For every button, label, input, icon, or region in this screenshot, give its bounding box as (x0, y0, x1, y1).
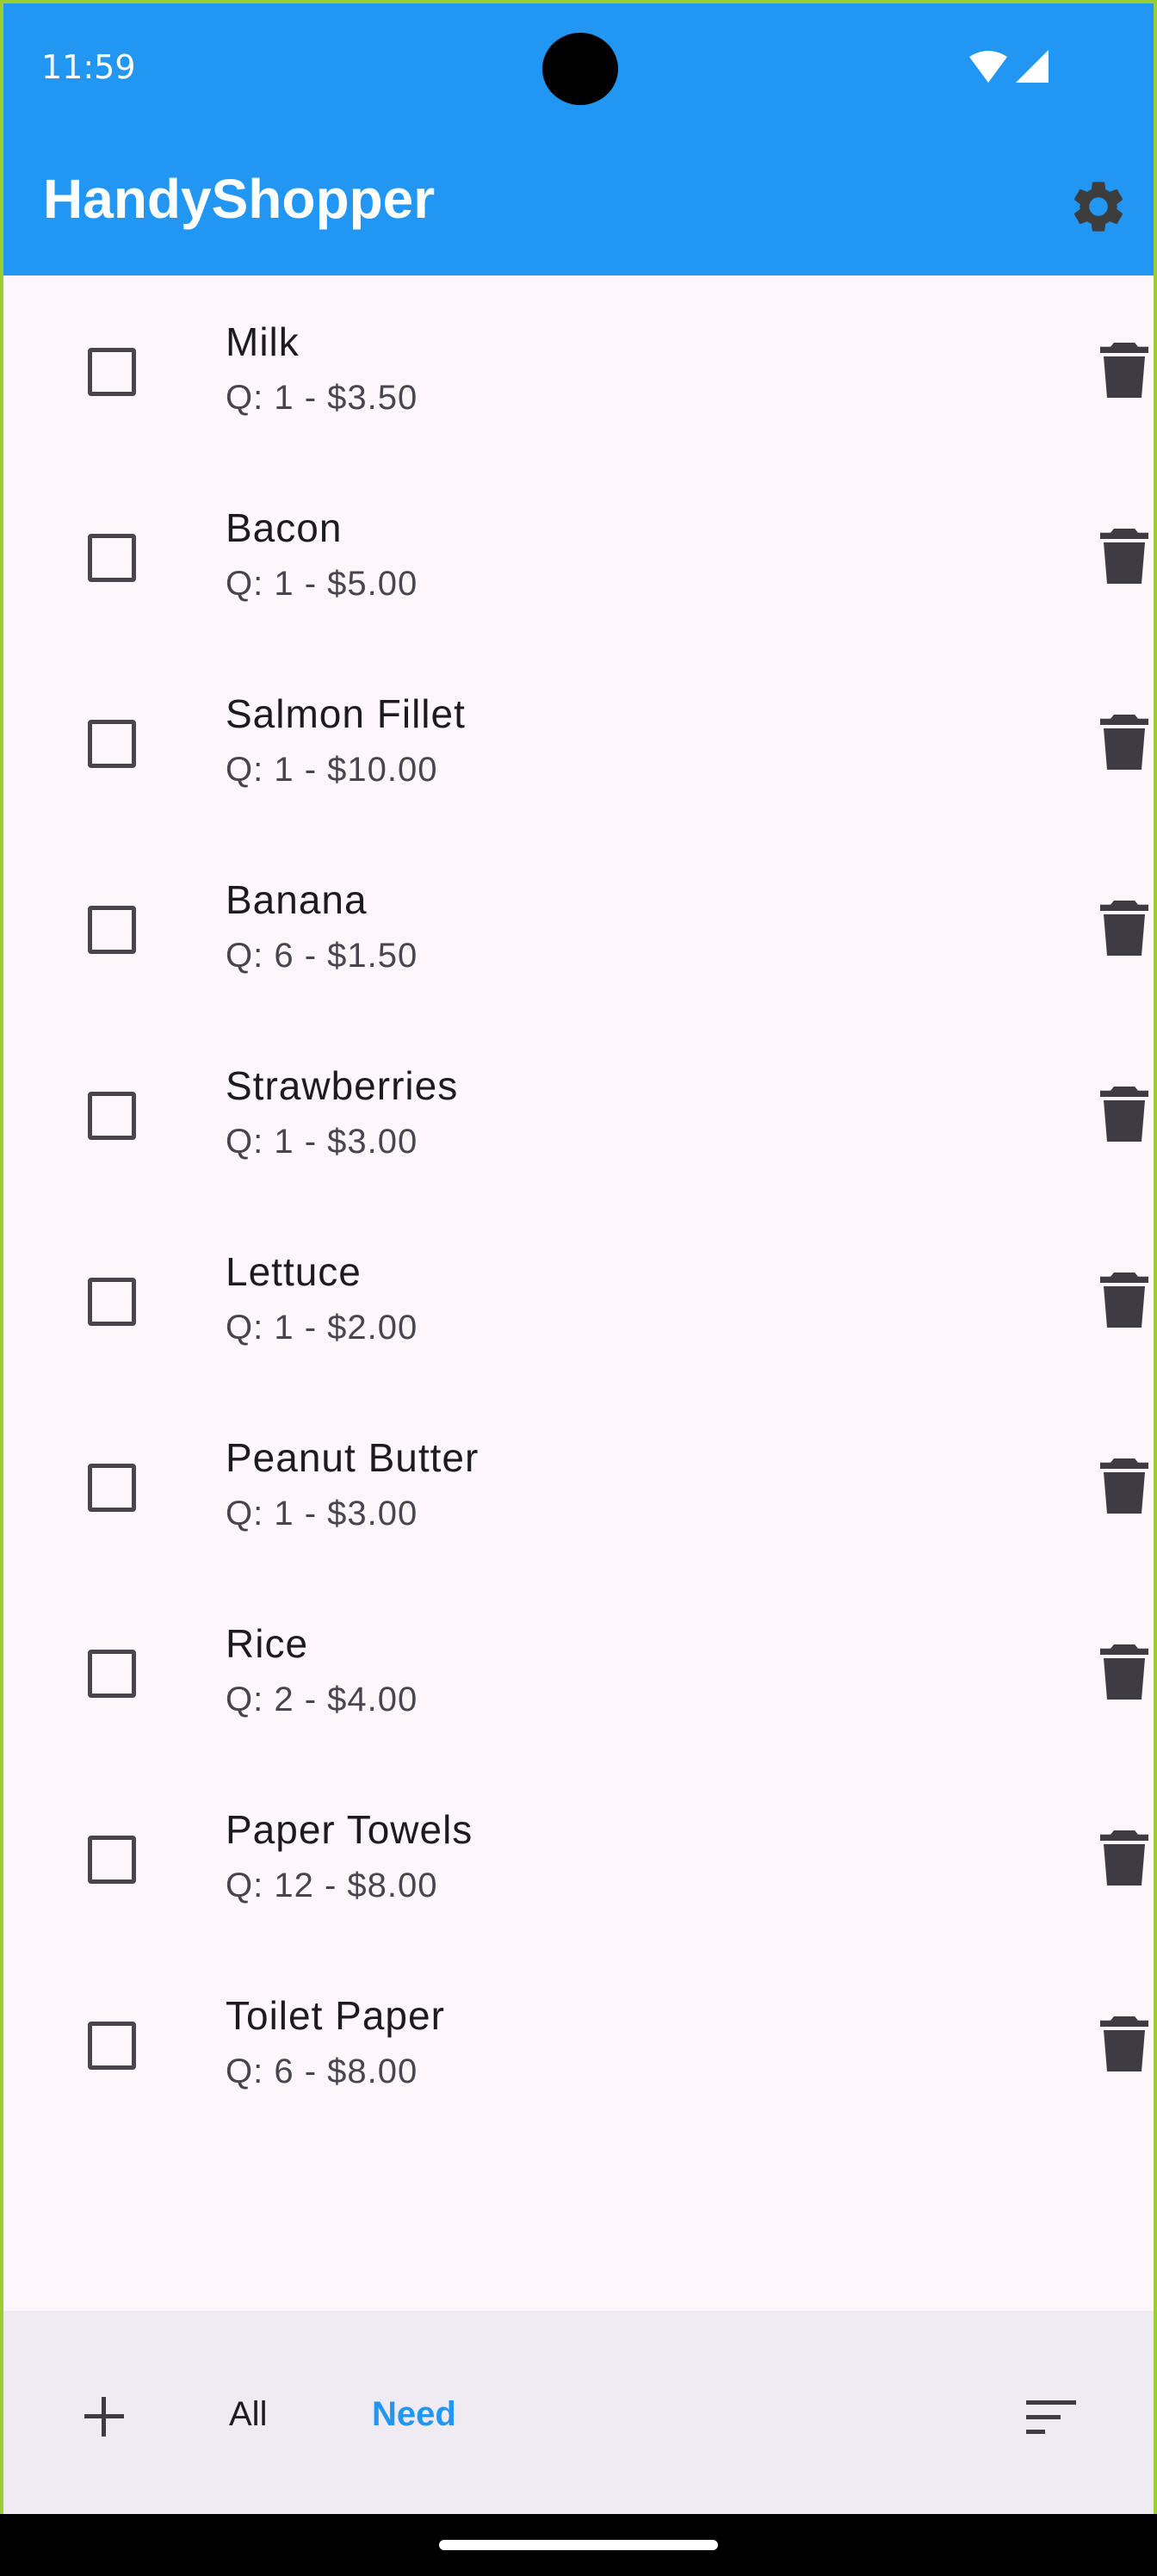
item-quantity-price: Q: 1 - $3.00 (226, 1495, 418, 1533)
item-checkbox[interactable] (88, 1278, 136, 1326)
signal-icon (1016, 50, 1049, 83)
item-name: Bacon (226, 505, 343, 550)
item-name: Paper Towels (226, 1807, 473, 1852)
app-title: HandyShopper (43, 168, 436, 230)
item-checkbox[interactable] (88, 348, 136, 396)
item-quantity-price: Q: 1 - $3.50 (226, 379, 418, 417)
settings-gear-icon[interactable] (1067, 176, 1129, 238)
item-name: Rice (226, 1621, 309, 1666)
item-checkbox[interactable] (88, 534, 136, 582)
item-name: Toilet Paper (226, 1993, 445, 2038)
item-checkbox[interactable] (88, 2022, 136, 2070)
item-name: Lettuce (226, 1249, 362, 1294)
wifi-icon (969, 51, 1007, 83)
status-icons (969, 50, 1049, 83)
item-name: Strawberries (226, 1063, 459, 1108)
item-quantity-price: Q: 1 - $10.00 (226, 751, 438, 789)
list-item[interactable]: Toilet Paper Q: 6 - $8.00 (3, 1951, 1154, 2137)
list-item[interactable]: Bacon Q: 1 - $5.00 (3, 463, 1154, 649)
camera-cutout (542, 33, 618, 105)
list-item[interactable]: Lettuce Q: 1 - $2.00 (3, 1207, 1154, 1393)
list-item[interactable]: Banana Q: 6 - $1.50 (3, 835, 1154, 1021)
delete-trash-icon[interactable] (1100, 901, 1148, 956)
item-quantity-price: Q: 2 - $4.00 (226, 1681, 418, 1718)
list-item[interactable]: Milk Q: 1 - $3.50 (3, 277, 1154, 463)
item-quantity-price: Q: 1 - $3.00 (226, 1123, 418, 1161)
list-item[interactable]: Peanut Butter Q: 1 - $3.00 (3, 1393, 1154, 1579)
delete-trash-icon[interactable] (1100, 2016, 1148, 2071)
delete-trash-icon[interactable] (1100, 343, 1148, 398)
item-checkbox[interactable] (88, 906, 136, 954)
item-checkbox[interactable] (88, 720, 136, 768)
item-name: Peanut Butter (226, 1435, 480, 1480)
item-checkbox[interactable] (88, 1092, 136, 1140)
add-item-plus-icon[interactable] (83, 2395, 126, 2438)
app-bar: 11:59 HandyShopper (3, 3, 1154, 276)
gesture-handle[interactable] (439, 2540, 718, 2550)
delete-trash-icon[interactable] (1100, 1087, 1148, 1142)
item-quantity-price: Q: 12 - $8.00 (226, 1867, 438, 1904)
list-item[interactable]: Paper Towels Q: 12 - $8.00 (3, 1765, 1154, 1951)
status-time: 11:59 (41, 48, 136, 86)
list-item[interactable]: Strawberries Q: 1 - $3.00 (3, 1021, 1154, 1207)
item-checkbox[interactable] (88, 1464, 136, 1512)
tab-need[interactable]: Need (372, 2395, 456, 2434)
item-name: Banana (226, 877, 368, 922)
sort-icon[interactable] (1026, 2399, 1078, 2437)
item-checkbox[interactable] (88, 1836, 136, 1884)
item-quantity-price: Q: 1 - $2.00 (226, 1309, 418, 1347)
system-nav-bar (0, 2514, 1157, 2576)
delete-trash-icon[interactable] (1100, 529, 1148, 584)
delete-trash-icon[interactable] (1100, 1644, 1148, 1700)
item-checkbox[interactable] (88, 1650, 136, 1698)
app-frame: 11:59 HandyShopper Milk Q: 1 - $3.50 Bac… (0, 0, 1157, 2514)
delete-trash-icon[interactable] (1100, 1830, 1148, 1886)
delete-trash-icon[interactable] (1100, 1458, 1148, 1514)
item-name: Salmon Fillet (226, 691, 466, 736)
delete-trash-icon[interactable] (1100, 1273, 1148, 1328)
item-quantity-price: Q: 6 - $8.00 (226, 2053, 418, 2090)
item-quantity-price: Q: 1 - $5.00 (226, 565, 418, 603)
list-item[interactable]: Rice Q: 2 - $4.00 (3, 1579, 1154, 1765)
item-name: Milk (226, 319, 300, 364)
list-item[interactable]: Salmon Fillet Q: 1 - $10.00 (3, 649, 1154, 835)
item-quantity-price: Q: 6 - $1.50 (226, 937, 418, 975)
delete-trash-icon[interactable] (1100, 715, 1148, 770)
tab-all[interactable]: All (229, 2395, 267, 2434)
bottom-bar: All Need (3, 2311, 1154, 2514)
